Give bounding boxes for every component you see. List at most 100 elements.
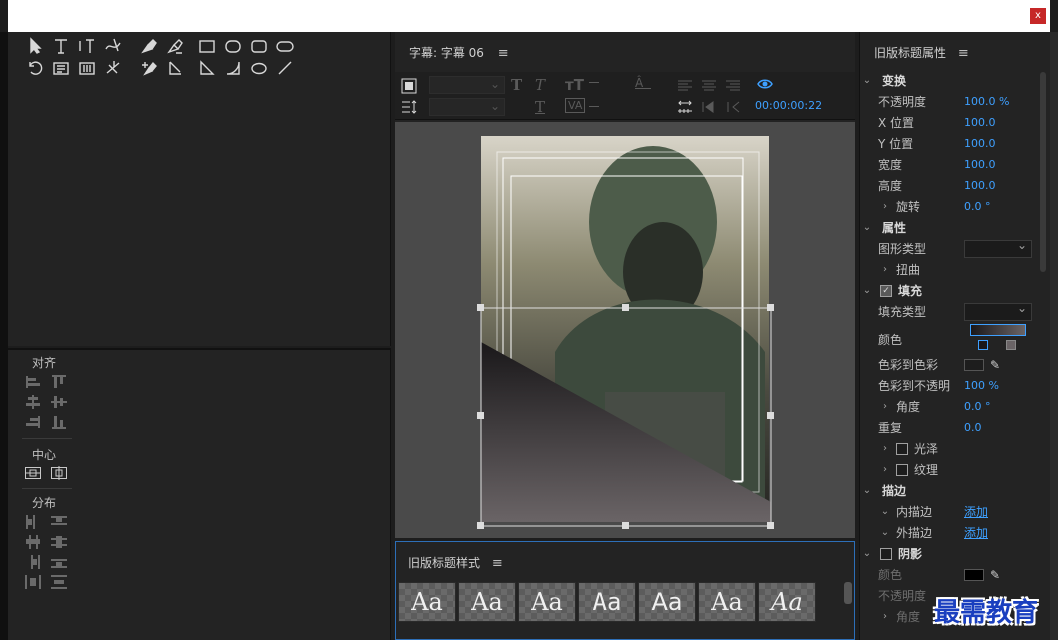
props-scrollbar[interactable] xyxy=(1040,72,1046,272)
style-tile[interactable]: Aa xyxy=(458,582,516,622)
add-anchor-tool-icon[interactable] xyxy=(138,58,160,78)
tab-stops-icon[interactable] xyxy=(401,99,417,118)
selection-tool-icon[interactable] xyxy=(24,36,46,56)
align-bottom-icon[interactable] xyxy=(50,414,68,430)
align-left-icon[interactable] xyxy=(24,374,42,390)
opacity-value[interactable]: 100.0 % xyxy=(964,95,1009,108)
rectangle-tool-icon[interactable] xyxy=(196,36,218,56)
distribute-horizontal-spacing-icon[interactable] xyxy=(24,574,42,590)
distribute-vertical-spacing-icon[interactable] xyxy=(50,574,68,590)
x-position-value[interactable]: 100.0 xyxy=(964,116,996,129)
props-menu-icon[interactable]: ≡ xyxy=(958,46,969,61)
roll-crawl-options-icon[interactable] xyxy=(401,78,417,97)
angle-value[interactable]: 0.0 ° xyxy=(964,400,991,413)
outer-stroke-add-link[interactable]: 添加 xyxy=(964,524,988,541)
pen-tool-icon[interactable] xyxy=(138,36,160,56)
underline-icon[interactable]: T xyxy=(535,98,545,116)
tab-stop-ruler-icon[interactable] xyxy=(677,99,693,118)
font-family-dropdown[interactable]: ⌄ xyxy=(429,76,505,94)
leading-value-placeholder[interactable] xyxy=(635,88,651,89)
style-tile[interactable]: Aa xyxy=(638,582,696,622)
rotation-row[interactable]: › 旋转 0.0 ° xyxy=(860,196,1051,217)
distribute-vertical-center-icon[interactable] xyxy=(50,534,68,550)
shadow-checkbox[interactable] xyxy=(880,547,892,560)
style-tile[interactable]: Aa xyxy=(698,582,756,622)
style-tile[interactable]: Aa xyxy=(758,582,816,622)
rotate-tool-icon[interactable] xyxy=(24,58,46,78)
gradient-end-stop[interactable] xyxy=(1006,340,1016,350)
fill-checkbox[interactable]: ✓ xyxy=(880,284,892,297)
style-tile[interactable]: Aa xyxy=(398,582,456,622)
vertical-path-type-tool-icon[interactable] xyxy=(102,58,124,78)
distribute-left-icon[interactable] xyxy=(24,514,42,530)
italic-icon[interactable]: T xyxy=(535,76,545,94)
kerning-icon[interactable]: VA xyxy=(565,98,586,113)
font-size-value-placeholder[interactable] xyxy=(589,82,599,83)
align-top-icon[interactable] xyxy=(50,374,68,390)
delete-anchor-tool-icon[interactable] xyxy=(164,36,186,56)
center-horizontal-icon[interactable] xyxy=(24,465,42,481)
align-horizontal-center-icon[interactable] xyxy=(24,394,42,410)
distribute-right-icon[interactable] xyxy=(24,554,42,570)
sheen-checkbox[interactable] xyxy=(896,442,908,455)
texture-checkbox[interactable] xyxy=(896,463,908,476)
distribute-bottom-icon[interactable] xyxy=(50,554,68,570)
style-tile[interactable]: Aa xyxy=(518,582,576,622)
vertical-area-type-tool-icon[interactable] xyxy=(76,58,98,78)
align-vertical-center-icon[interactable] xyxy=(50,394,68,410)
path-type-tool-icon[interactable] xyxy=(102,36,124,56)
gradient-start-stop[interactable] xyxy=(978,340,988,350)
clipped-corner-rectangle-tool-icon[interactable] xyxy=(248,36,270,56)
area-type-tool-icon[interactable] xyxy=(50,58,72,78)
color-to-color-swatch[interactable] xyxy=(964,358,984,371)
wedge-tool-icon[interactable] xyxy=(196,58,218,78)
texture-row[interactable]: › 纹理 xyxy=(860,459,1051,480)
inner-stroke-add-link[interactable]: 添加 xyxy=(964,503,988,520)
center-vertical-icon[interactable] xyxy=(50,465,68,481)
gradient-ramp[interactable] xyxy=(970,324,1026,336)
ellipse-tool-icon[interactable] xyxy=(248,58,270,78)
vertical-type-tool-icon[interactable] xyxy=(76,36,98,56)
stroke-header[interactable]: ⌄ 描边 xyxy=(860,480,1051,501)
font-style-dropdown[interactable]: ⌄ xyxy=(429,98,505,116)
type-tool-icon[interactable] xyxy=(50,36,72,56)
line-tool-icon[interactable] xyxy=(274,58,296,78)
sheen-row[interactable]: › 光泽 xyxy=(860,438,1051,459)
height-value[interactable]: 100.0 xyxy=(964,179,996,192)
rounded-rectangle-tool-icon[interactable] xyxy=(274,36,296,56)
eyedropper-icon[interactable]: ✎ xyxy=(990,358,1000,372)
editor-menu-icon[interactable]: ≡ xyxy=(498,46,509,61)
shadow-color-swatch[interactable] xyxy=(964,568,984,581)
styles-scrollbar[interactable] xyxy=(844,582,852,604)
shadow-header[interactable]: ⌄ 阴影 xyxy=(860,543,1051,564)
timecode-display[interactable]: 00:00:00:22 xyxy=(755,99,822,112)
paragraph-icon[interactable] xyxy=(725,99,741,118)
close-button[interactable]: x xyxy=(1030,8,1046,24)
convert-anchor-tool-icon[interactable] xyxy=(164,58,186,78)
font-size-icon[interactable]: ᴛT xyxy=(565,76,584,94)
title-canvas[interactable] xyxy=(395,122,855,538)
style-tile[interactable]: Aa xyxy=(578,582,636,622)
transform-header[interactable]: ⌄ 变换 xyxy=(860,70,1051,91)
fill-type-dropdown[interactable] xyxy=(964,301,1032,321)
rounded-corner-rectangle-tool-icon[interactable] xyxy=(222,36,244,56)
styles-menu-icon[interactable]: ≡ xyxy=(492,556,503,571)
distribute-horizontal-center-icon[interactable] xyxy=(24,534,42,550)
width-value[interactable]: 100.0 xyxy=(964,158,996,171)
fill-header[interactable]: ⌄ ✓ 填充 xyxy=(860,280,1051,301)
kerning-value-placeholder[interactable] xyxy=(589,106,599,107)
attributes-header[interactable]: ⌄ 属性 xyxy=(860,217,1051,238)
align-text-left-icon[interactable] xyxy=(677,78,693,97)
rotation-value[interactable]: 0.0 ° xyxy=(964,200,991,213)
arc-tool-icon[interactable] xyxy=(222,58,244,78)
angle-row[interactable]: › 角度 0.0 ° xyxy=(860,396,1051,417)
show-background-video-icon[interactable] xyxy=(757,76,773,95)
align-text-right-icon[interactable] xyxy=(725,78,741,97)
y-position-value[interactable]: 100.0 xyxy=(964,137,996,150)
bold-icon[interactable]: T xyxy=(511,76,522,94)
shadow-eyedropper-icon[interactable]: ✎ xyxy=(990,568,1000,582)
graphic-type-dropdown[interactable] xyxy=(964,238,1032,258)
color-to-opacity-value[interactable]: 100 % xyxy=(964,379,999,392)
previous-keyframe-icon[interactable] xyxy=(701,99,717,118)
distort-row[interactable]: › 扭曲 xyxy=(860,259,1051,280)
